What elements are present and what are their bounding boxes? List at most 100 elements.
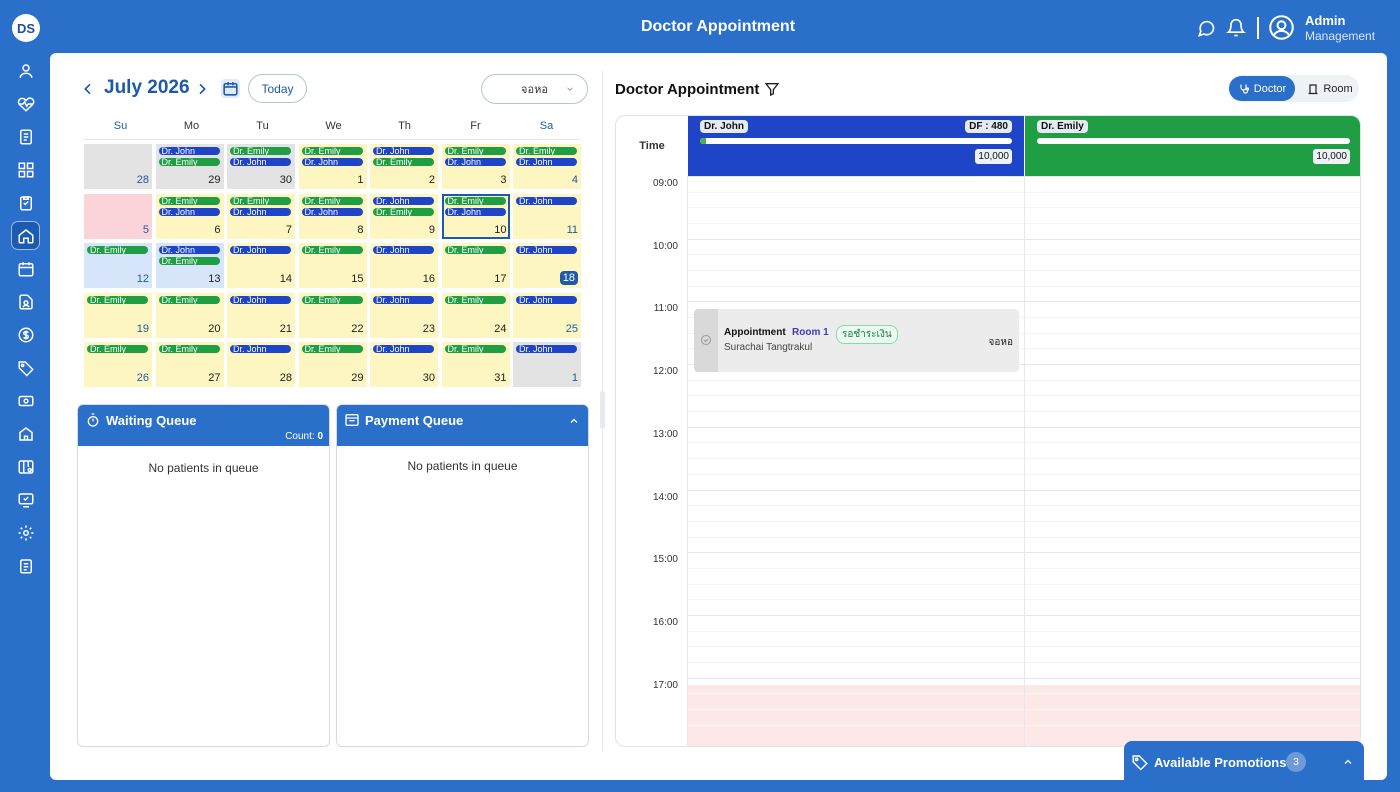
bell-icon[interactable]: [1226, 18, 1246, 38]
payment-queue-header[interactable]: Payment Queue: [337, 405, 588, 446]
calendar-event[interactable]: Dr. Emily: [444, 246, 506, 254]
calendar-day[interactable]: Dr. Emily 26: [84, 342, 152, 387]
sidebar-item-dashboard[interactable]: [11, 155, 40, 184]
calendar-day[interactable]: Dr. Emily Dr. John 3: [441, 144, 510, 189]
sidebar-item-users[interactable]: [11, 56, 40, 85]
calendar-event[interactable]: Dr. John: [516, 295, 577, 304]
check-circle-icon[interactable]: [700, 334, 712, 346]
calendar-event[interactable]: Dr. Emily: [87, 246, 148, 254]
calendar-event[interactable]: Dr. John: [158, 246, 220, 254]
calendar-day[interactable]: Dr. Emily Dr. John 8: [298, 193, 367, 239]
calendar-day[interactable]: Dr. Emily Dr. John 4: [513, 144, 581, 189]
filter-icon[interactable]: [764, 81, 780, 97]
calendar-day[interactable]: Dr. John Dr. Emily 9: [370, 193, 438, 239]
promotions-bar[interactable]: Available Promotions 3: [1124, 741, 1364, 792]
calendar-event[interactable]: Dr. John: [230, 246, 291, 254]
calendar-event[interactable]: Dr. Emily: [444, 345, 506, 353]
calendar-event[interactable]: Dr. Emily: [158, 158, 220, 166]
calendar-event[interactable]: Dr. John: [516, 345, 577, 353]
calendar-day[interactable]: Dr. Emily 20: [155, 292, 224, 338]
sidebar-item-health[interactable]: [11, 89, 40, 118]
sidebar-item-cashier[interactable]: [11, 386, 40, 415]
calendar-event[interactable]: Dr. Emily: [516, 147, 577, 155]
sidebar-item-checklist[interactable]: [11, 551, 40, 580]
calendar-event[interactable]: Dr. John: [516, 196, 577, 205]
calendar-day[interactable]: Dr. Emily 31: [441, 342, 510, 387]
calendar-event[interactable]: Dr. Emily: [301, 295, 363, 304]
calendar-day[interactable]: Dr. Emily 15: [298, 243, 367, 288]
chevron-left-icon[interactable]: [80, 81, 96, 97]
calendar-event[interactable]: Dr. John: [516, 246, 577, 254]
calendar-event[interactable]: Dr. John: [444, 158, 506, 166]
calendar-event[interactable]: Dr. Emily: [301, 196, 363, 205]
chevron-up-icon[interactable]: [568, 415, 580, 427]
user-circle-icon[interactable]: [1268, 14, 1295, 41]
sidebar-item-patient-files[interactable]: [11, 287, 40, 316]
calendar-event[interactable]: Dr. Emily: [301, 147, 363, 155]
calendar-event[interactable]: Dr. John: [444, 207, 506, 216]
calendar-day[interactable]: Dr. Emily Dr. John 10: [441, 193, 510, 239]
calendar-day[interactable]: Dr. John 25: [513, 292, 581, 338]
calendar-day[interactable]: 28: [84, 144, 152, 189]
calendar-event[interactable]: Dr. John: [158, 147, 220, 155]
calendar-event[interactable]: Dr. Emily: [373, 158, 434, 166]
sidebar-item-calendar[interactable]: [11, 254, 40, 283]
calendar-day[interactable]: Dr. Emily 17: [441, 243, 510, 288]
calendar-day[interactable]: 5: [84, 193, 152, 239]
calendar-day[interactable]: Dr. John 23: [370, 292, 438, 338]
chat-icon[interactable]: [1196, 18, 1216, 38]
sidebar-item-settings[interactable]: [11, 518, 40, 547]
user-name[interactable]: Admin: [1305, 13, 1345, 28]
calendar-event[interactable]: Dr. John: [230, 158, 291, 166]
calendar-event[interactable]: Dr. John: [373, 147, 434, 155]
sidebar-item-reports[interactable]: [11, 485, 40, 514]
calendar-event[interactable]: Dr. John: [516, 158, 577, 166]
appointment-card[interactable]: Appointment Room 1 รอชำระเงิน Surachai T…: [694, 309, 1019, 372]
calendar-event[interactable]: Dr. Emily: [444, 295, 506, 304]
chevron-right-icon[interactable]: [194, 81, 210, 97]
calendar-day[interactable]: Dr. John Dr. Emily 29: [155, 144, 224, 189]
calendar-day[interactable]: Dr. John Dr. Emily 2: [370, 144, 438, 189]
calendar-event[interactable]: Dr. John: [230, 207, 291, 216]
calendar-day[interactable]: Dr. Emily 29: [298, 342, 367, 387]
calendar-event[interactable]: Dr. Emily: [301, 246, 363, 254]
calendar-day[interactable]: Dr. Emily Dr. John 6: [155, 193, 224, 239]
calendar-event[interactable]: Dr. John: [373, 196, 434, 205]
sidebar-item-finance[interactable]: [11, 320, 40, 349]
calendar-day[interactable]: Dr. Emily 27: [155, 342, 224, 387]
calendar-day[interactable]: Dr. John 30: [370, 342, 438, 387]
calendar-event[interactable]: Dr. John: [158, 207, 220, 216]
calendar-day[interactable]: Dr. John Dr. Emily 13: [155, 243, 224, 288]
calendar-day[interactable]: Dr. Emily 24: [441, 292, 510, 338]
sidebar-item-home[interactable]: [11, 221, 40, 250]
resize-handle[interactable]: [600, 391, 605, 429]
calendar-day[interactable]: Dr. John 1: [513, 342, 581, 387]
calendar-event[interactable]: Dr. John: [301, 207, 363, 216]
calendar-event[interactable]: Dr. John: [373, 295, 434, 304]
calendar-day[interactable]: Dr. John 11: [513, 193, 581, 239]
calendar-day[interactable]: Dr. John 28: [227, 342, 295, 387]
calendar-event[interactable]: Dr. Emily: [301, 345, 363, 353]
calendar-event[interactable]: Dr. Emily: [87, 345, 148, 353]
calendar-day[interactable]: Dr. John 21: [227, 292, 295, 338]
doctor-column-john[interactable]: Dr. John DF : 480 10,000: [688, 116, 1024, 176]
calendar-event[interactable]: Dr. Emily: [230, 196, 291, 205]
calendar-day[interactable]: Dr. John 18: [513, 243, 581, 288]
calendar-event[interactable]: Dr. John: [373, 345, 434, 353]
calendar-event[interactable]: Dr. John: [230, 295, 291, 304]
calendar-day[interactable]: Dr. Emily 19: [84, 292, 152, 338]
calendar-day[interactable]: Dr. John 16: [370, 243, 438, 288]
toggle-room[interactable]: Room: [1302, 76, 1358, 101]
doctor-column-emily[interactable]: Dr. Emily 10,000: [1025, 116, 1360, 176]
calendar-event[interactable]: Dr. Emily: [373, 207, 434, 216]
calendar-event[interactable]: Dr. Emily: [158, 196, 220, 205]
chevron-up-icon[interactable]: [1342, 756, 1354, 768]
calendar-event[interactable]: Dr. Emily: [158, 345, 220, 353]
calendar-event[interactable]: Dr. John: [230, 345, 291, 353]
branch-select[interactable]: จอหอ: [481, 74, 588, 104]
calendar-day[interactable]: Dr. Emily Dr. John 30: [227, 144, 295, 189]
calendar-event[interactable]: Dr. Emily: [444, 196, 506, 205]
calendar-event[interactable]: Dr. Emily: [444, 147, 506, 155]
sidebar-item-tasks[interactable]: [11, 188, 40, 217]
calendar-event[interactable]: Dr. John: [301, 158, 363, 166]
